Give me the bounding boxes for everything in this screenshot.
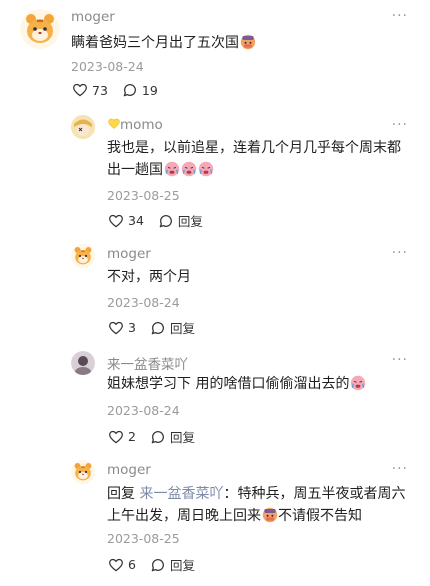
comment-actions: 73 19 (72, 82, 158, 98)
reply-button[interactable]: 回复 (158, 211, 203, 230)
replies-button[interactable]: 19 (122, 82, 158, 98)
ellipsis-icon[interactable]: ··· (392, 461, 408, 477)
heart-outline-icon (108, 557, 124, 573)
sick-face-emoji-icon (262, 507, 278, 523)
sick-face-emoji-icon (240, 34, 256, 50)
reply-text: 姐妹想学习下 用的啥借口偷偷溜出去的 (107, 373, 409, 395)
reply-button[interactable]: 回复 (150, 555, 195, 574)
like-button[interactable]: 2 (108, 429, 136, 445)
reply-actions: 3 回复 (108, 318, 195, 337)
comment-date: 2023-08-24 (71, 59, 144, 74)
reply-label: 回复 (177, 214, 203, 229)
crying-face-emoji-icon (164, 161, 180, 177)
heart-outline-icon (108, 320, 124, 336)
speech-bubble-icon (122, 82, 138, 98)
speech-bubble-icon (150, 320, 166, 336)
reply-actions: 6 回复 (108, 555, 195, 574)
crying-face-emoji-icon (350, 375, 366, 391)
anime-avatar-icon (71, 115, 95, 139)
reply-prefix: 回复 (107, 486, 135, 502)
heart-outline-icon (108, 213, 124, 229)
avatar[interactable] (71, 460, 95, 484)
like-count: 3 (128, 320, 136, 335)
tiger-avatar-icon (71, 244, 95, 268)
yellow-heart-icon (107, 117, 120, 129)
avatar[interactable] (20, 9, 60, 49)
avatar[interactable] (71, 351, 95, 375)
like-button[interactable]: 73 (72, 82, 108, 98)
reply-label: 回复 (169, 321, 195, 336)
like-button[interactable]: 3 (108, 320, 136, 336)
reply-button[interactable]: 回复 (150, 427, 195, 446)
reply-username[interactable]: moger (107, 246, 151, 262)
ellipsis-icon[interactable]: ··· (392, 245, 408, 261)
speech-bubble-icon (158, 213, 174, 229)
reply-username-text: momo (120, 117, 163, 133)
ellipsis-icon[interactable]: ··· (392, 117, 408, 133)
ellipsis-icon[interactable]: ··· (392, 8, 408, 24)
heart-outline-icon (108, 429, 124, 445)
photo-avatar-icon (71, 351, 95, 375)
reply-username[interactable]: 来一盆香菜吖 (107, 353, 188, 373)
avatar[interactable] (71, 244, 95, 268)
avatar[interactable] (71, 115, 95, 139)
heart-outline-icon (72, 82, 88, 98)
reply-actions: 2 回复 (108, 427, 195, 446)
reply-username[interactable]: momo (107, 117, 163, 133)
tiger-avatar-icon (71, 460, 95, 484)
reply-button[interactable]: 回复 (150, 318, 195, 337)
reply-date: 2023-08-24 (107, 403, 180, 418)
reply-text-body: 姐妹想学习下 用的啥借口偷偷溜出去的 (107, 376, 350, 392)
comment-text: 瞒着爸妈三个月出了五次国 (71, 32, 401, 54)
reply-actions: 34 回复 (108, 211, 203, 230)
reply-target-username[interactable]: 来一盆香菜吖 (139, 486, 223, 502)
comment-text-body: 瞒着爸妈三个月出了五次国 (71, 35, 239, 51)
speech-bubble-icon (150, 429, 166, 445)
reply-label: 回复 (169, 558, 195, 573)
reply-text: 我也是，以前追星，连着几个月几乎每个周末都出一趟国 (107, 137, 409, 181)
reply-date: 2023-08-25 (107, 188, 180, 203)
reply-count: 19 (141, 82, 158, 98)
tiger-avatar-icon (20, 9, 60, 49)
like-count: 2 (128, 429, 136, 444)
like-button[interactable]: 6 (108, 557, 136, 573)
speech-bubble-icon (150, 557, 166, 573)
reply-text-tail: 不请假不告知 (278, 508, 362, 524)
reply-username[interactable]: moger (107, 462, 151, 478)
crying-face-emoji-icon (181, 161, 197, 177)
like-count: 73 (92, 82, 108, 98)
like-count: 6 (128, 557, 136, 572)
like-button[interactable]: 34 (108, 213, 144, 229)
like-count: 34 (128, 213, 144, 228)
reply-date: 2023-08-25 (107, 531, 180, 546)
reply-label: 回复 (169, 430, 195, 445)
crying-face-emoji-icon (198, 161, 214, 177)
ellipsis-icon[interactable]: ··· (392, 352, 408, 368)
reply-text: 回复 来一盆香菜吖：特种兵，周五半夜或者周六上午出发，周日晚上回来 不请假不告知 (107, 483, 409, 527)
reply-text: 不对，两个月 (107, 269, 191, 285)
reply-text-body: 我也是，以前追星，连着几个月几乎每个周末都出一趟国 (107, 140, 401, 178)
comment-username[interactable]: moger (71, 9, 115, 25)
reply-date: 2023-08-24 (107, 295, 180, 310)
